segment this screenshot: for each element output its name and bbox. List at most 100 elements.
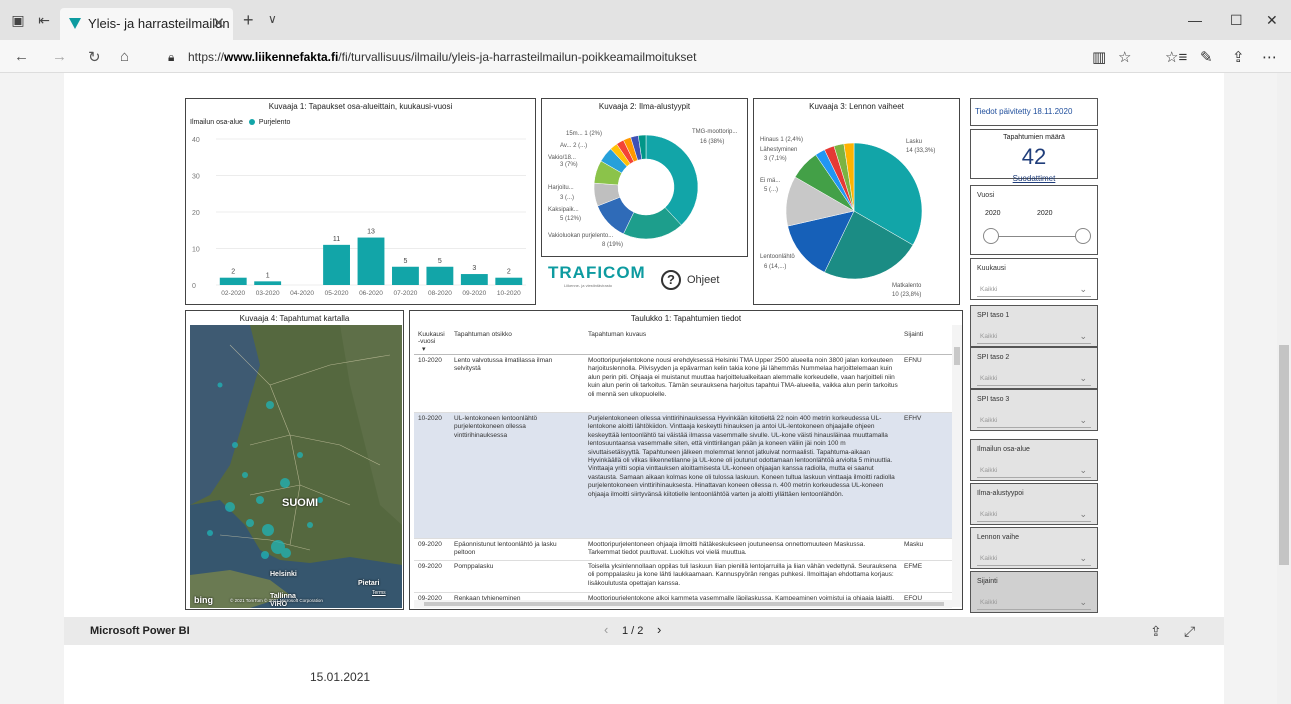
table-row[interactable]: 09-2020 Epäonnistunut lentoonlähtö ja la… xyxy=(414,539,956,561)
donut-label: 3 (...) xyxy=(560,195,575,201)
sort-desc-icon[interactable]: ▾ xyxy=(422,345,426,353)
table-title: Taulukko 1: Tapahtumien tiedot xyxy=(630,314,742,323)
filter-label: SPI taso 2 xyxy=(977,354,1010,361)
bar[interactable] xyxy=(254,281,282,285)
powerbi-brand[interactable]: Microsoft Power BI xyxy=(90,625,190,637)
filter-label: SPI taso 1 xyxy=(977,312,1010,319)
filter-dropdown[interactable]: Kaikki ⌄ xyxy=(977,372,1091,386)
filter-dropdown[interactable]: Kaikki ⌄ xyxy=(977,552,1091,566)
pie-label: Hinaus 1 (2,4%) xyxy=(760,137,804,143)
filter-value: Kaikki xyxy=(980,333,998,340)
close-window-icon[interactable]: ✕ xyxy=(1266,12,1278,29)
col-header-description[interactable]: Tapahtuman kuvaus xyxy=(588,331,646,338)
filter-lennon-vaihe[interactable]: Lennon vaihe Kaikki ⌄ xyxy=(970,527,1098,569)
col-header-date[interactable]: Kuukausi -vuosi xyxy=(418,331,448,345)
bar-data-label: 3 xyxy=(472,265,476,272)
map-view[interactable]: SUOMI Helsinki Tallinna Pietari VIRO bin… xyxy=(190,325,402,608)
favorite-star-icon[interactable]: ☆ xyxy=(1118,48,1131,66)
filter-dropdown[interactable]: Kaikki ⌄ xyxy=(977,330,1091,344)
filter-value: Kaikki xyxy=(980,286,998,293)
col-header-location[interactable]: Sijainti xyxy=(904,331,923,338)
help-button[interactable]: ? Ohjeet xyxy=(661,270,781,292)
filter-osa-alue[interactable]: Ilmailun osa-alue Kaikki ⌄ xyxy=(970,439,1098,481)
forward-icon[interactable]: → xyxy=(52,48,67,65)
bar[interactable] xyxy=(323,244,350,285)
donut-label: Vakioluokan purjelento... xyxy=(548,233,614,239)
filter-sijainti[interactable]: Sijainti Kaikki ⌄ xyxy=(970,571,1098,613)
powerbi-footer-bar: Microsoft Power BI ‹ 1 / 2 › ⇪ ⤢ xyxy=(64,617,1224,645)
filter-dropdown[interactable]: Kaikki ⌄ xyxy=(977,508,1091,522)
year-slider-handle-start[interactable] xyxy=(983,228,999,244)
table-vertical-scrollbar[interactable] xyxy=(952,325,962,607)
bar-data-label: 1 xyxy=(266,272,270,279)
filter-dropdown[interactable]: Kaikki ⌄ xyxy=(977,283,1091,297)
col-header-title[interactable]: Tapahtuman otsikko xyxy=(454,331,512,338)
next-page-icon[interactable]: › xyxy=(657,622,661,637)
filter-spi3[interactable]: SPI taso 3 Kaikki ⌄ xyxy=(970,389,1098,431)
prev-page-icon[interactable]: ‹ xyxy=(604,622,608,637)
donut-label: 5 (12%) xyxy=(560,216,582,222)
tab-list-chevron-icon[interactable]: ∨ xyxy=(268,12,277,26)
filters-link[interactable]: Suodattimet xyxy=(970,174,1098,183)
minimize-icon[interactable]: — xyxy=(1188,12,1202,28)
donut-label: TMG-moottorip... xyxy=(692,129,738,135)
url-field[interactable]: 🔒︎ https://www.liikennefakta.fi/fi/turva… xyxy=(160,45,1070,69)
refresh-icon[interactable]: ↻ xyxy=(88,48,101,66)
table-row[interactable]: 10-2020 Lento valvotussa ilmatilassa ilm… xyxy=(414,355,956,413)
page-scrollbar-thumb[interactable] xyxy=(1279,345,1289,565)
share-report-icon[interactable]: ⇪ xyxy=(1150,623,1162,640)
bar[interactable] xyxy=(460,274,488,285)
home-icon[interactable]: ⌂ xyxy=(120,48,129,65)
table-hscroll-thumb[interactable] xyxy=(424,602,944,606)
row-title: Epäonnistunut lentoonlähtö ja lasku pelt… xyxy=(454,541,557,557)
filter-dropdown[interactable]: Kaikki ⌄ xyxy=(977,414,1091,428)
x-tick-label: 04-2020 xyxy=(290,290,314,297)
close-tab-icon[interactable]: ✕ xyxy=(212,14,225,32)
filter-value: Kaikki xyxy=(980,555,998,562)
back-icon[interactable]: ← xyxy=(14,48,29,65)
year-slicer: Vuosi 2020 2020 xyxy=(970,185,1098,255)
fullscreen-icon[interactable]: ⤢ xyxy=(1184,623,1195,640)
help-label: Ohjeet xyxy=(687,274,720,286)
x-tick-label: 09-2020 xyxy=(462,290,486,297)
table-horizontal-scrollbar[interactable] xyxy=(414,600,952,608)
share-icon[interactable]: ⇪ xyxy=(1232,48,1245,66)
chart3-pie[interactable] xyxy=(754,99,961,306)
traficom-favicon-icon xyxy=(69,18,81,29)
browser-tab[interactable]: Yleis- ja harrasteilmailun ✕ xyxy=(60,8,233,40)
bar-data-label: 5 xyxy=(403,258,407,265)
reading-view-icon[interactable]: ▥ xyxy=(1092,48,1106,66)
filter-dropdown[interactable]: Kaikki ⌄ xyxy=(977,596,1091,610)
filter-kuukausi[interactable]: Kuukausi Kaikki ⌄ xyxy=(970,258,1098,300)
bar[interactable] xyxy=(357,237,385,285)
pen-notes-icon[interactable]: ✎ xyxy=(1200,48,1213,66)
bar[interactable] xyxy=(219,277,247,285)
bar[interactable] xyxy=(495,277,523,285)
new-tab-icon[interactable]: + xyxy=(243,10,254,31)
bar[interactable] xyxy=(392,266,419,285)
filter-spi2[interactable]: SPI taso 2 Kaikki ⌄ xyxy=(970,347,1098,389)
maximize-icon[interactable]: ☐ xyxy=(1230,12,1243,29)
more-menu-icon[interactable]: ⋯ xyxy=(1262,48,1277,66)
table-row[interactable]: 09-2020 Pomppalasku Toisella yksinlennol… xyxy=(414,561,956,593)
tab-actions-icon[interactable]: ▣ xyxy=(10,12,26,28)
lock-icon: 🔒︎ xyxy=(168,50,175,64)
filter-spi1[interactable]: SPI taso 1 Kaikki ⌄ xyxy=(970,305,1098,347)
powerbi-report: Kuvaaja 1: Tapaukset osa-alueittain, kuu… xyxy=(64,85,1224,615)
filter-dropdown[interactable]: Kaikki ⌄ xyxy=(977,464,1091,478)
filter-alustyyppi[interactable]: Ilma-alustyypoi Kaikki ⌄ xyxy=(970,483,1098,525)
map-title: Kuvaaja 4: Tapahtumat kartalla xyxy=(239,314,350,323)
favorites-hub-icon[interactable]: ☆≡ xyxy=(1165,48,1187,66)
set-aside-tabs-icon[interactable]: ⇤ xyxy=(36,12,52,28)
year-slider-handle-end[interactable] xyxy=(1075,228,1091,244)
table-scroll-thumb[interactable] xyxy=(954,347,960,365)
pie-label: Ei mä... xyxy=(760,178,781,184)
bar[interactable] xyxy=(426,266,454,285)
map-terms-link[interactable]: Terms xyxy=(372,590,386,596)
donut-slice[interactable] xyxy=(645,134,699,226)
year-to[interactable]: 2020 xyxy=(1037,210,1053,217)
url-path: /fi/turvallisuus/ilmailu/yleis-ja-harras… xyxy=(338,50,697,64)
chart1-plot[interactable]: 40 30 20 10 0 2 02-2020 1 03-2020 04-2020 11 05-202… xyxy=(186,99,537,306)
year-from[interactable]: 2020 xyxy=(985,210,1001,217)
table-row[interactable]: 10-2020 UL-lentokoneen lentoonlähtö purj… xyxy=(414,413,956,539)
